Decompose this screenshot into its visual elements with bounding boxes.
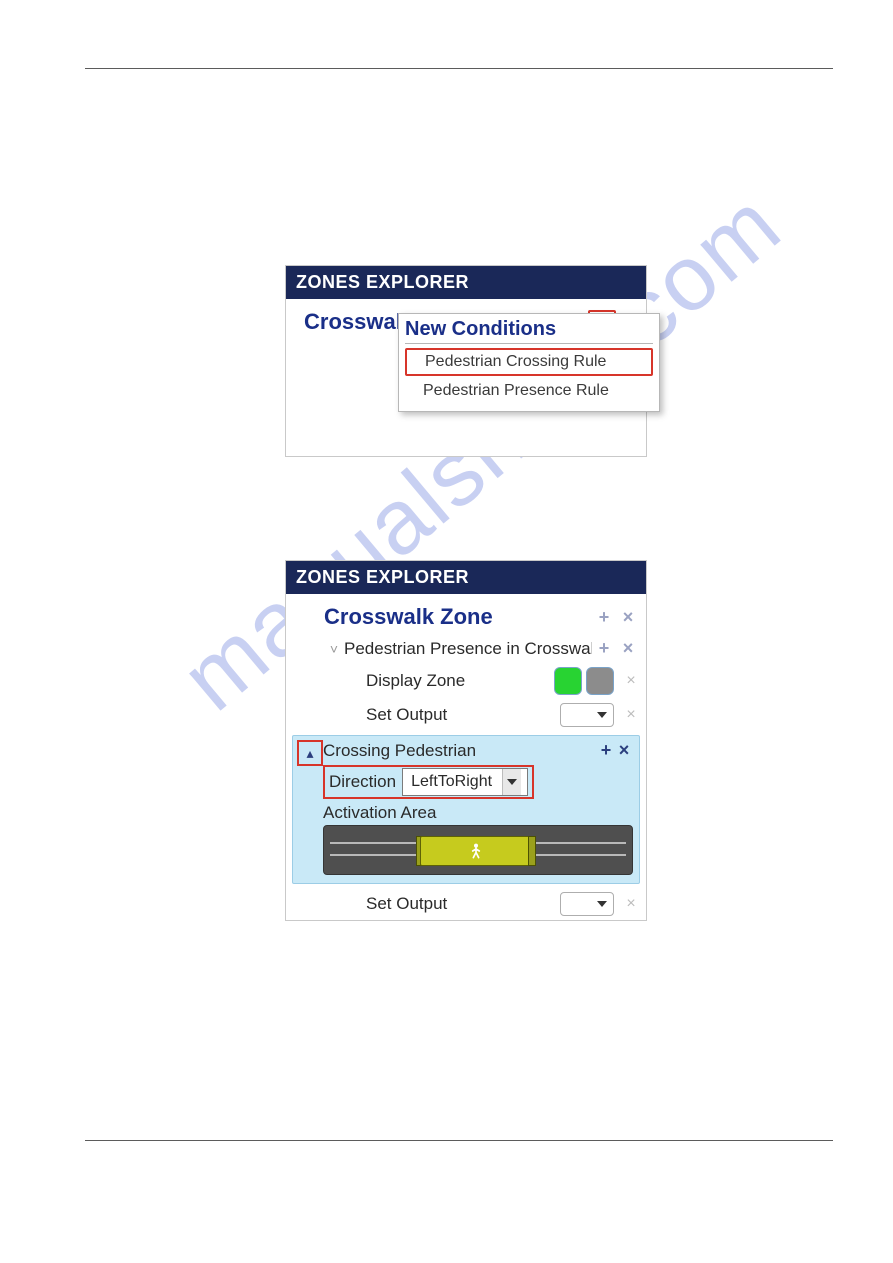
top-divider — [85, 68, 833, 69]
add-icon[interactable]: + — [592, 607, 616, 628]
zone-title-row: Crosswalk Zone + × — [286, 594, 646, 634]
panel-header: ZONES EXPLORER — [286, 561, 646, 594]
crossing-header-row: Crossing Pedestrian + × — [323, 740, 633, 761]
slider-range[interactable] — [420, 836, 532, 866]
close-icon[interactable]: × — [615, 740, 633, 761]
crossing-pedestrian-block: ▴ Crossing Pedestrian + × Direction Left… — [292, 735, 640, 884]
close-icon[interactable]: × — [616, 638, 640, 659]
direction-value: LeftToRight — [411, 773, 492, 791]
add-icon[interactable]: + — [592, 638, 616, 659]
close-icon[interactable]: × — [616, 607, 640, 628]
set-output-label: Set Output — [366, 894, 560, 914]
close-icon[interactable]: × — [622, 672, 640, 690]
chevron-down-icon[interactable]: ˅ — [324, 641, 344, 657]
new-conditions-popup: New Conditions Pedestrian Crossing Rule … — [398, 313, 660, 412]
set-output-select[interactable] — [560, 892, 614, 916]
activation-area-label: Activation Area — [323, 803, 633, 823]
crossing-title: Crossing Pedestrian — [323, 741, 597, 761]
close-icon[interactable]: × — [622, 706, 640, 724]
popup-item-crossing-rule[interactable]: Pedestrian Crossing Rule — [405, 348, 653, 376]
color-swatch-gray[interactable] — [586, 667, 614, 695]
zones-explorer-panel-bottom: ZONES EXPLORER Crosswalk Zone + × ˅ Pede… — [285, 560, 647, 921]
set-output-row: Set Output × — [286, 699, 646, 731]
panel-header: ZONES EXPLORER — [286, 266, 646, 299]
popup-title: New Conditions — [405, 318, 653, 344]
activation-area-slider[interactable] — [323, 825, 633, 875]
collapse-icon[interactable]: ▴ — [297, 740, 323, 766]
rule-presence-row[interactable]: ˅ Pedestrian Presence in Crosswalk Z + × — [286, 634, 646, 663]
direction-select[interactable]: LeftToRight — [402, 768, 528, 796]
rule-presence-label: Pedestrian Presence in Crosswalk Z — [344, 639, 592, 659]
direction-row: Direction LeftToRight — [323, 765, 534, 799]
set-output-label: Set Output — [366, 705, 560, 725]
pedestrian-icon — [468, 841, 484, 861]
direction-label: Direction — [329, 772, 402, 792]
display-zone-label: Display Zone — [366, 671, 550, 691]
color-swatch-green[interactable] — [554, 667, 582, 695]
close-icon[interactable]: × — [622, 895, 640, 913]
bottom-divider — [85, 1140, 833, 1141]
page: manualshive.com ZONES EXPLORER Crosswalk… — [0, 0, 893, 1263]
set-output-select[interactable] — [560, 703, 614, 727]
zones-explorer-panel-top: ZONES EXPLORER Crosswalk Zone + × New Co… — [285, 265, 647, 457]
chevron-down-icon — [502, 769, 521, 795]
zone-title: Crosswalk Zone — [324, 604, 592, 630]
display-zone-row: Display Zone × — [286, 663, 646, 699]
popup-item-presence-rule[interactable]: Pedestrian Presence Rule — [405, 379, 653, 403]
slider-handle-right[interactable] — [528, 836, 536, 866]
set-output-row-2: Set Output × — [286, 890, 646, 920]
add-icon[interactable]: + — [597, 740, 615, 761]
